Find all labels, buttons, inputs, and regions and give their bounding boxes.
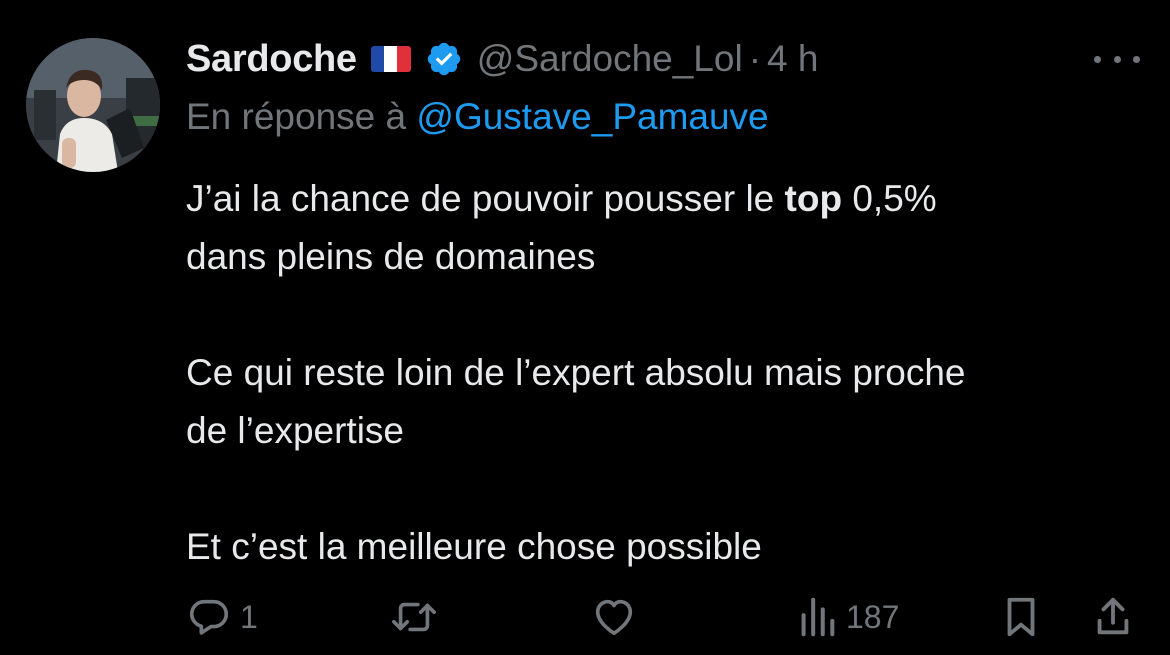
more-icon[interactable] xyxy=(1094,46,1140,72)
views-icon xyxy=(801,597,835,637)
views-count: 187 xyxy=(846,598,900,635)
verified-badge-icon[interactable] xyxy=(425,40,463,78)
action-bar: 1 187 xyxy=(0,594,1170,640)
tweet-text-line: Et c’est la meilleure chose possible xyxy=(186,526,762,567)
reply-context: En réponse à @Gustave_Pamauve xyxy=(186,96,769,138)
reply-prefix: En réponse à xyxy=(186,96,407,137)
avatar-image xyxy=(26,38,160,172)
french-flag-icon xyxy=(370,46,411,72)
reply-count: 1 xyxy=(240,598,258,635)
tweet-text: J’ai la chance de pouvoir pousser le top… xyxy=(186,170,1146,576)
display-name[interactable]: Sardoche xyxy=(186,38,357,81)
tweet[interactable]: Sardoche @Sardoche_Lol · 4 h En réponse … xyxy=(0,0,1170,655)
tweet-header: Sardoche @Sardoche_Lol · 4 h xyxy=(186,34,818,84)
avatar[interactable] xyxy=(26,38,160,172)
like-button[interactable] xyxy=(590,594,646,640)
heart-icon xyxy=(595,599,633,636)
bookmark-icon xyxy=(1007,597,1035,637)
reply-button[interactable]: 1 xyxy=(186,594,258,640)
retweet-icon xyxy=(392,602,436,632)
author-handle[interactable]: @Sardoche_Lol xyxy=(477,38,743,80)
bold-word: top xyxy=(784,178,843,219)
separator-dot: · xyxy=(748,38,762,79)
share-icon xyxy=(1097,597,1129,635)
tweet-text-line: J’ai la chance de pouvoir pousser le top… xyxy=(186,178,937,219)
tweet-text-line: dans pleins de domaines xyxy=(186,236,596,277)
views-button[interactable]: 187 xyxy=(796,594,899,640)
retweet-button[interactable] xyxy=(388,594,448,640)
bookmark-button[interactable] xyxy=(1000,594,1042,640)
reply-mention-link[interactable]: @Gustave_Pamauve xyxy=(416,96,768,137)
tweet-text-line: de l’expertise xyxy=(186,410,405,451)
reply-icon xyxy=(189,599,229,635)
share-button[interactable] xyxy=(1092,594,1134,640)
timestamp[interactable]: 4 h xyxy=(767,38,818,80)
tweet-text-line: Ce qui reste loin de l’expert absolu mai… xyxy=(186,352,966,393)
